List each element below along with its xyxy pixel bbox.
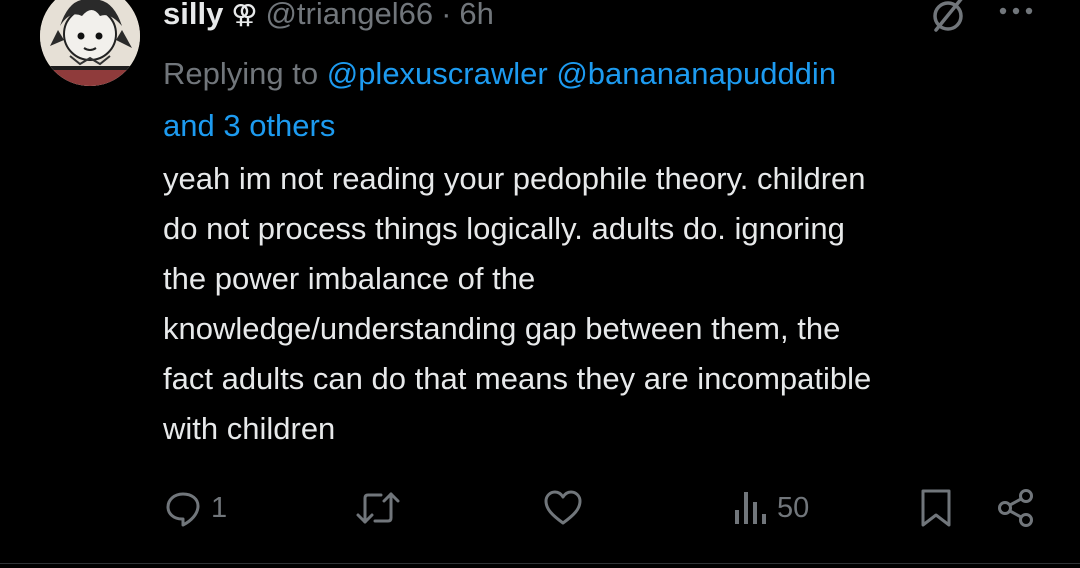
views-icon [735,492,766,524]
replying-to: Replying to @plexuscrawler @banananapudd… [163,48,1043,152]
share-button[interactable] [996,486,1036,530]
heart-icon [544,490,582,525]
tweet[interactable]: silly ⚢ @triangel66 · 6h Replying to @pl… [0,0,1080,568]
like-button[interactable] [542,486,592,530]
bookmark-icon [921,489,951,527]
tweet-time[interactable]: 6h [459,0,493,32]
tweet-actions: 1 50 [0,486,1080,530]
mention-link[interactable]: @banananapudddin [556,56,836,91]
tweet-text: yeah im not reading your pedophile theor… [163,161,872,446]
retweet-button[interactable] [355,486,409,530]
reply-button[interactable]: 1 [163,486,227,530]
replying-to-label: Replying to [163,56,319,91]
share-icon [998,489,1033,527]
reply-count: 1 [211,491,228,524]
grok-icon[interactable] [928,0,968,34]
bookmark-button[interactable] [918,486,954,530]
retweet-icon [356,492,400,524]
avatar-image [40,0,140,86]
others-link[interactable]: and 3 others [163,108,335,143]
tweet-header: silly ⚢ @triangel66 · 6h [163,0,494,36]
name-symbol: ⚢ [231,0,258,29]
mention-link[interactable]: @plexuscrawler [327,56,548,91]
views-button[interactable]: 50 [733,486,809,530]
reply-icon [166,492,200,527]
user-handle[interactable]: @triangel66 [265,0,433,32]
tweet-divider [0,563,1080,564]
avatar[interactable] [40,0,140,86]
separator-dot: · [441,0,452,31]
more-icon[interactable] [996,0,1036,26]
display-name[interactable]: silly [163,0,223,32]
views-count: 50 [777,491,810,524]
